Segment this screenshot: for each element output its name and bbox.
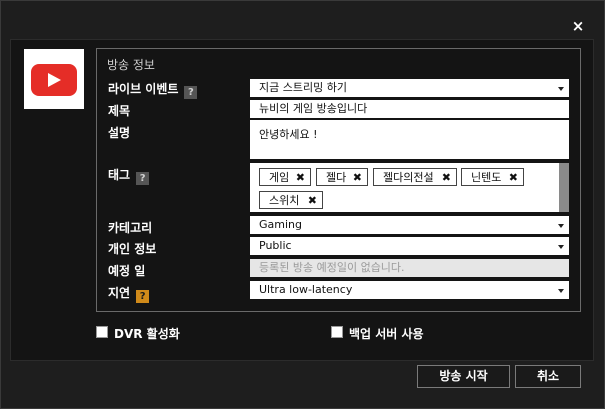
close-icon[interactable]: × <box>571 19 585 34</box>
latency-label: 지연? <box>108 284 150 303</box>
chevron-down-icon <box>558 224 564 228</box>
description-label: 설명 <box>108 126 131 140</box>
youtube-play-icon <box>31 64 77 96</box>
chevron-down-icon <box>558 87 564 91</box>
youtube-logo <box>24 49 84 109</box>
help-icon[interactable]: ? <box>136 172 150 185</box>
live-event-select[interactable]: 지금 스트리밍 하기 <box>250 79 569 97</box>
remove-tag-icon[interactable]: ✖ <box>296 169 305 187</box>
backup-server-label: 백업 서버 사용 <box>349 327 424 341</box>
start-broadcast-button[interactable]: 방송 시작 <box>417 365 510 388</box>
remove-tag-icon[interactable]: ✖ <box>308 192 317 210</box>
tags-label: 태그? <box>108 166 150 185</box>
tag-chip: 젤다 ✖ <box>316 168 368 186</box>
chevron-down-icon <box>558 289 564 293</box>
remove-tag-icon[interactable]: ✖ <box>353 169 362 187</box>
group-title: 방송 정보 <box>107 58 155 72</box>
dvr-label: DVR 활성화 <box>114 327 180 341</box>
category-select[interactable]: Gaming <box>250 216 569 234</box>
tags-box[interactable]: 게임 ✖ 젤다 ✖ 젤다의전설 ✖ 닌텐도 ✖ 스위치 ✖ <box>250 163 569 212</box>
help-icon[interactable]: ? <box>136 290 150 303</box>
tag-chip: 게임 ✖ <box>259 168 311 186</box>
description-textarea[interactable]: 안녕하세요 ! <box>250 120 569 159</box>
privacy-select[interactable]: Public <box>250 237 569 255</box>
chevron-down-icon <box>558 245 564 249</box>
help-icon[interactable]: ? <box>184 86 198 99</box>
latency-select[interactable]: Ultra low-latency <box>250 281 569 299</box>
schedule-label: 예정 일 <box>108 264 146 278</box>
title-label: 제목 <box>108 104 131 118</box>
dvr-checkbox[interactable] <box>96 326 108 338</box>
tags-scrollbar[interactable] <box>559 163 569 212</box>
category-label: 카테고리 <box>108 221 153 235</box>
privacy-label: 개인 정보 <box>108 242 157 256</box>
tag-chip: 닌텐도 ✖ <box>461 168 524 186</box>
remove-tag-icon[interactable]: ✖ <box>509 169 518 187</box>
backup-server-checkbox[interactable] <box>331 326 343 338</box>
tag-chip: 스위치 ✖ <box>259 191 323 209</box>
cancel-button[interactable]: 취소 <box>515 365 581 388</box>
tag-chip: 젤다의전설 ✖ <box>373 168 457 186</box>
live-event-label: 라이브 이벤트? <box>108 80 198 99</box>
remove-tag-icon[interactable]: ✖ <box>442 169 451 187</box>
title-input[interactable]: 뉴비의 게임 방송입니다 <box>250 100 569 118</box>
schedule-field: 등록된 방송 예정일이 없습니다. <box>250 259 569 277</box>
